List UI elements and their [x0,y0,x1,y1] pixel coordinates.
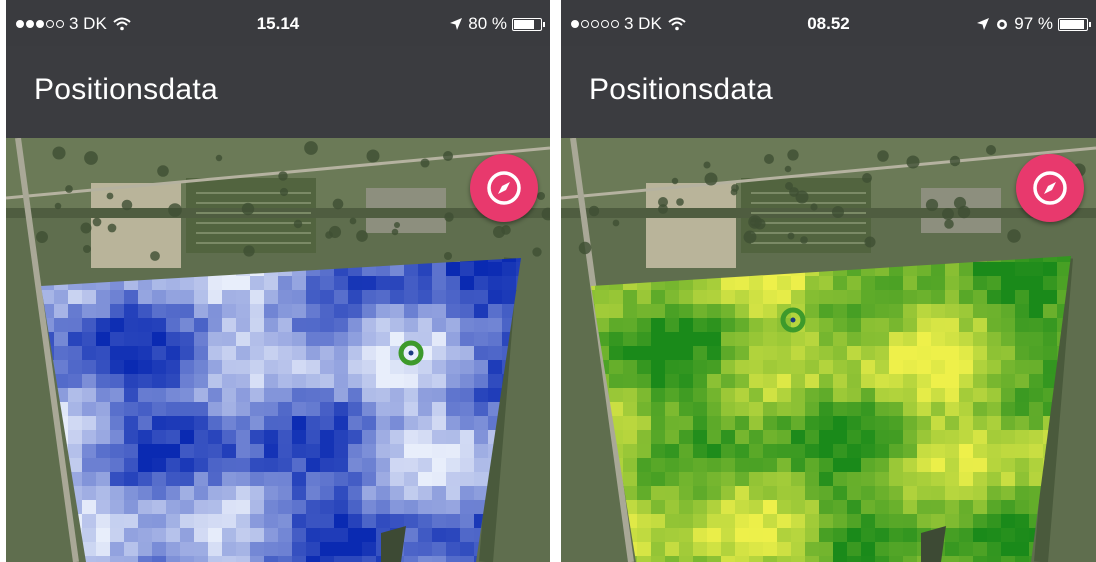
field-heatmap [41,258,521,562]
app-bar: Positionsdata [561,46,1096,138]
field-heatmap-map[interactable] [561,138,1096,562]
status-bar: 3 DK 15.14 80 % [6,0,550,46]
battery-icon [1058,17,1091,31]
phone-screen-left: 3 DK 15.14 80 % Positionsdata [6,0,550,562]
compass-icon [487,171,521,205]
status-right: 80 % [449,14,545,34]
alarm-icon [997,19,1008,30]
compass-button[interactable] [1016,154,1084,222]
page-title: Positionsdata [34,73,219,106]
status-bar: 3 DK 08.52 97 % [561,0,1096,46]
app-bar: Positionsdata [6,46,550,138]
status-right: 97 % [976,14,1091,34]
page-title: Positionsdata [589,73,774,106]
location-arrow-icon [450,18,463,30]
satellite-map[interactable] [561,138,1096,562]
battery-percent: 97 % [1014,14,1053,33]
field-heatmap-map[interactable] [6,138,550,562]
compass-icon [1033,171,1067,205]
location-arrow-icon [977,18,990,30]
battery-icon [512,17,545,31]
phone-screen-right: 3 DK 08.52 97 % Positionsdata [561,0,1096,562]
satellite-map[interactable] [6,138,550,562]
compass-button[interactable] [470,154,538,222]
battery-percent: 80 % [468,14,507,33]
field-heatmap [591,256,1071,562]
